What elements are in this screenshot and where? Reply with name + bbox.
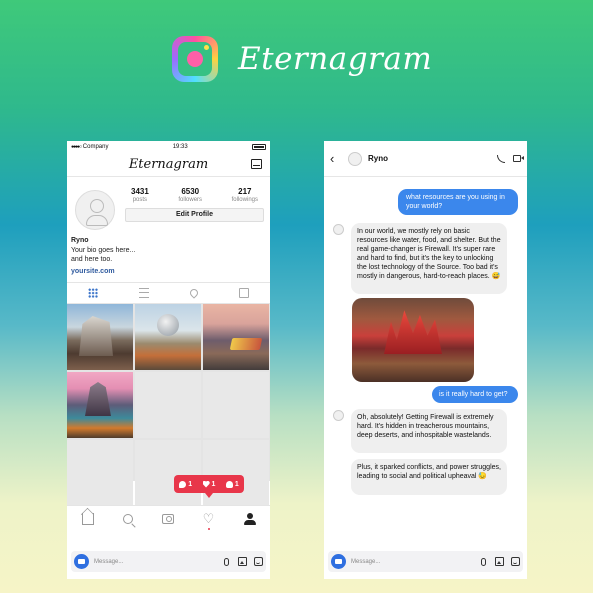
camera-icon[interactable] xyxy=(161,513,174,524)
logo-flash xyxy=(204,45,209,50)
activity-notification-badge[interactable]: 1 1 1 xyxy=(174,475,244,498)
gallery-icon[interactable] xyxy=(238,557,247,566)
tagged-photos-icon[interactable] xyxy=(239,288,250,298)
microphone-icon[interactable] xyxy=(481,557,486,566)
carrier-label: Company xyxy=(82,144,109,150)
stat-posts-label: posts xyxy=(132,197,148,203)
battery-icon xyxy=(251,144,266,150)
chat-header: ‹ Ryno xyxy=(324,141,527,177)
stat-followers[interactable]: 6530 followers xyxy=(178,187,202,203)
contact-avatar[interactable] xyxy=(348,151,362,166)
stat-followings-label: followings xyxy=(231,197,258,203)
edit-profile-button[interactable]: Edit Profile xyxy=(125,208,264,222)
bottom-navigation: ♡ xyxy=(67,505,270,531)
status-time: 19:33 xyxy=(172,144,188,150)
search-icon[interactable] xyxy=(122,513,133,524)
photo-grid xyxy=(67,304,270,506)
sticker-icon[interactable] xyxy=(511,557,520,566)
profile-avatar[interactable] xyxy=(75,190,115,230)
contact-mini-avatar xyxy=(333,410,344,421)
microphone-icon[interactable] xyxy=(224,557,229,566)
comment-count-value: 1 xyxy=(188,480,193,488)
stat-followers-value: 6530 xyxy=(181,187,200,196)
received-message: Plus, it sparked conflicts, and power st… xyxy=(351,459,507,495)
chat-thread: what resources are you using in your wor… xyxy=(324,177,527,537)
empty-grid-cell xyxy=(203,372,269,438)
app-title: Eternagram xyxy=(128,157,209,172)
message-input[interactable]: Message... xyxy=(94,559,224,565)
post-thumbnail[interactable] xyxy=(135,304,201,370)
stat-followings[interactable]: 217 followings xyxy=(232,187,258,203)
profile-view-tabs xyxy=(67,282,270,304)
like-count-value: 1 xyxy=(211,480,216,488)
comment-count: 1 xyxy=(179,480,193,488)
stat-followers-label: followers xyxy=(178,197,203,203)
gallery-icon[interactable] xyxy=(495,557,504,566)
bio-website-link[interactable]: yoursite.com xyxy=(71,267,266,276)
location-pin-icon[interactable] xyxy=(188,287,200,299)
camera-button-icon[interactable] xyxy=(331,554,346,569)
received-message: Oh, absolutely! Getting Firewall is extr… xyxy=(351,409,507,453)
home-icon[interactable] xyxy=(81,512,94,525)
message-bar: Message... xyxy=(71,551,266,572)
comment-icon xyxy=(179,480,187,488)
profile-phone-screen: ●●●●○ Company 19:33 Eternagram 3431 post… xyxy=(67,141,270,579)
post-thumbnail[interactable] xyxy=(67,372,133,438)
follow-count: 1 xyxy=(225,480,239,488)
app-header: Eternagram xyxy=(67,153,270,177)
camera-logo-icon xyxy=(172,36,218,82)
empty-grid-cell xyxy=(135,440,201,506)
contact-mini-avatar xyxy=(333,224,344,235)
stat-followings-value: 217 xyxy=(238,187,252,196)
message-input[interactable]: Message... xyxy=(351,559,481,565)
profile-summary: 3431 posts 6530 followers 217 followings… xyxy=(67,177,270,230)
activity-heart-icon[interactable]: ♡ xyxy=(203,512,215,530)
brand-header: Eternagram xyxy=(172,36,432,82)
heart-icon xyxy=(203,481,210,488)
bio-name: Ryno xyxy=(71,237,89,244)
sent-message: is it really hard to get? xyxy=(432,386,518,403)
shared-image[interactable] xyxy=(352,298,474,382)
signal-icon: ●●●●○ xyxy=(71,144,82,150)
post-thumbnail[interactable] xyxy=(67,304,133,370)
empty-grid-cell xyxy=(135,372,201,438)
received-message: In our world, we mostly rely on basic re… xyxy=(351,223,507,294)
inbox-icon[interactable] xyxy=(251,159,262,169)
user-icon xyxy=(225,480,233,488)
bio-line-1: Your bio goes here... xyxy=(71,247,136,254)
bio-line-2: and here too. xyxy=(71,256,113,263)
chat-phone-screen: ‹ Ryno what resources are you using in y… xyxy=(324,141,527,579)
stats-column: 3431 posts 6530 followers 217 followings… xyxy=(125,187,264,230)
camera-button-icon[interactable] xyxy=(74,554,89,569)
follow-count-value: 1 xyxy=(234,480,239,488)
grid-view-icon[interactable] xyxy=(87,288,98,298)
profile-icon[interactable] xyxy=(243,512,256,525)
list-view-icon[interactable] xyxy=(138,288,149,298)
status-bar: ●●●●○ Company 19:33 xyxy=(67,141,270,153)
phone-call-icon[interactable] xyxy=(497,154,505,163)
contact-name[interactable]: Ryno xyxy=(368,154,497,163)
video-call-icon[interactable] xyxy=(513,155,521,162)
sent-message: what resources are you using in your wor… xyxy=(398,189,518,215)
sticker-icon[interactable] xyxy=(254,557,263,566)
carrier-signal: ●●●●○ Company xyxy=(71,144,108,150)
brand-title: Eternagram xyxy=(238,41,433,77)
post-thumbnail[interactable] xyxy=(203,304,269,370)
empty-grid-cell xyxy=(67,440,133,506)
stat-posts-value: 3431 xyxy=(131,187,149,196)
back-arrow-icon[interactable]: ‹ xyxy=(330,151,340,166)
message-bar: Message... xyxy=(328,551,523,572)
logo-lens xyxy=(187,51,203,67)
like-count: 1 xyxy=(203,480,216,488)
stat-posts[interactable]: 3431 posts xyxy=(131,187,149,203)
profile-bio: Ryno Your bio goes here... and here too.… xyxy=(67,230,270,276)
profile-stats: 3431 posts 6530 followers 217 followings xyxy=(125,187,264,203)
